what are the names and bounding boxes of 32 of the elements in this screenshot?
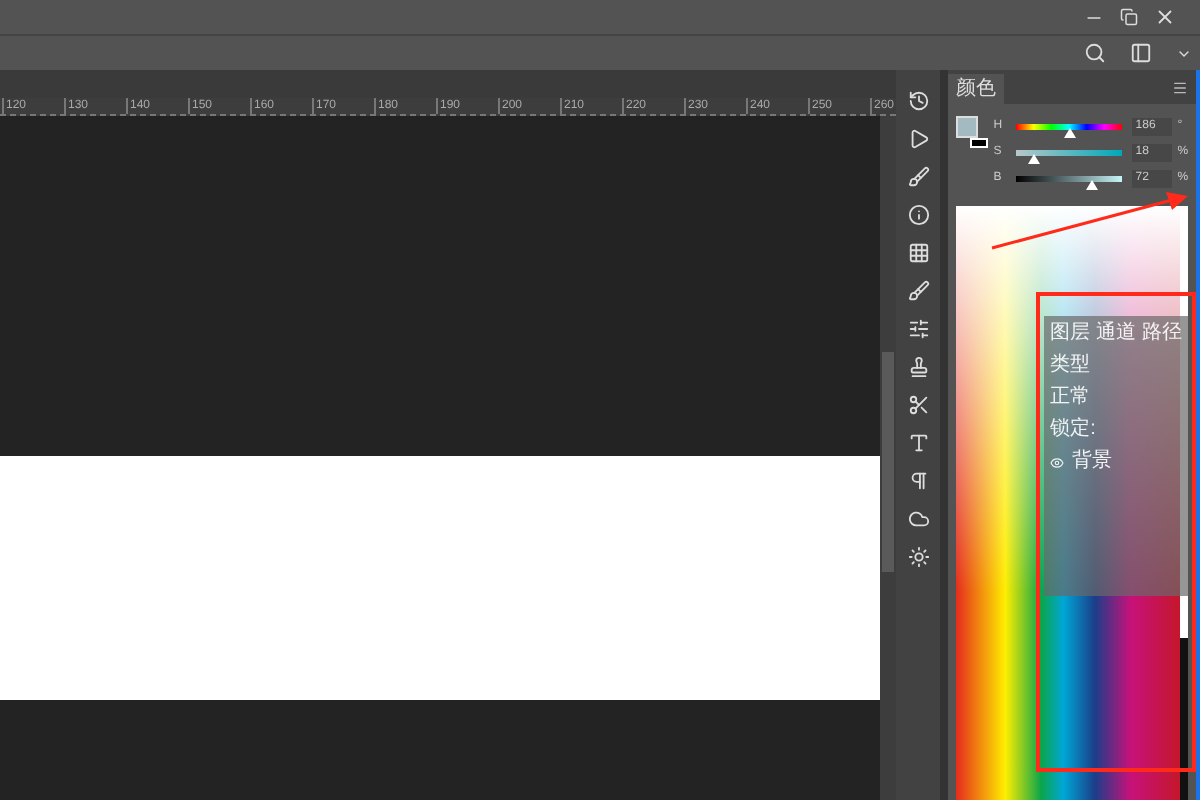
panel-tool-icon[interactable] — [907, 204, 930, 226]
panel-tool-icon[interactable] — [907, 166, 930, 188]
foreground-swatch[interactable] — [956, 116, 979, 138]
background-swatch[interactable] — [970, 138, 989, 148]
panel-tool-icon[interactable] — [907, 128, 930, 150]
search-icon[interactable] — [1084, 42, 1106, 64]
panel-tool-icon[interactable] — [907, 318, 930, 340]
workspace-icon[interactable] — [1130, 42, 1152, 64]
panel-tool-icon[interactable] — [907, 242, 930, 264]
lock-label: 锁定: — [1050, 418, 1098, 442]
filter-field[interactable]: 类型 — [1050, 354, 1183, 378]
layers-tab[interactable]: 通道 — [1096, 322, 1137, 346]
blend-mode-dropdown[interactable]: 正常 — [1050, 386, 1183, 410]
panel-tool-icon[interactable] — [907, 470, 930, 492]
slider-thumb[interactable] — [1064, 128, 1077, 138]
layers-tab[interactable]: 图层 — [1050, 322, 1091, 346]
panel-tool-icon[interactable] — [907, 356, 930, 378]
panel-tool-icon[interactable] — [907, 432, 930, 454]
restore-icon[interactable] — [1120, 8, 1138, 26]
color-tab[interactable]: 颜色 — [948, 74, 1005, 104]
eye-icon[interactable] — [1050, 455, 1065, 469]
panel-menu-icon[interactable] — [1172, 80, 1189, 96]
panel-tool-icon[interactable] — [907, 508, 930, 530]
close-icon[interactable] — [1154, 6, 1176, 28]
panel-tool-icon[interactable] — [907, 394, 930, 416]
layers-tab[interactable]: 路径 — [1142, 322, 1183, 346]
panel-tool-icon[interactable] — [907, 546, 930, 568]
panel-tool-icon[interactable] — [907, 90, 930, 112]
slider-thumb[interactable] — [1028, 154, 1041, 164]
layer-name[interactable]: 背景 — [1072, 450, 1113, 474]
panel-tool-icon[interactable] — [907, 280, 930, 302]
slider-thumb[interactable] — [1085, 180, 1098, 190]
